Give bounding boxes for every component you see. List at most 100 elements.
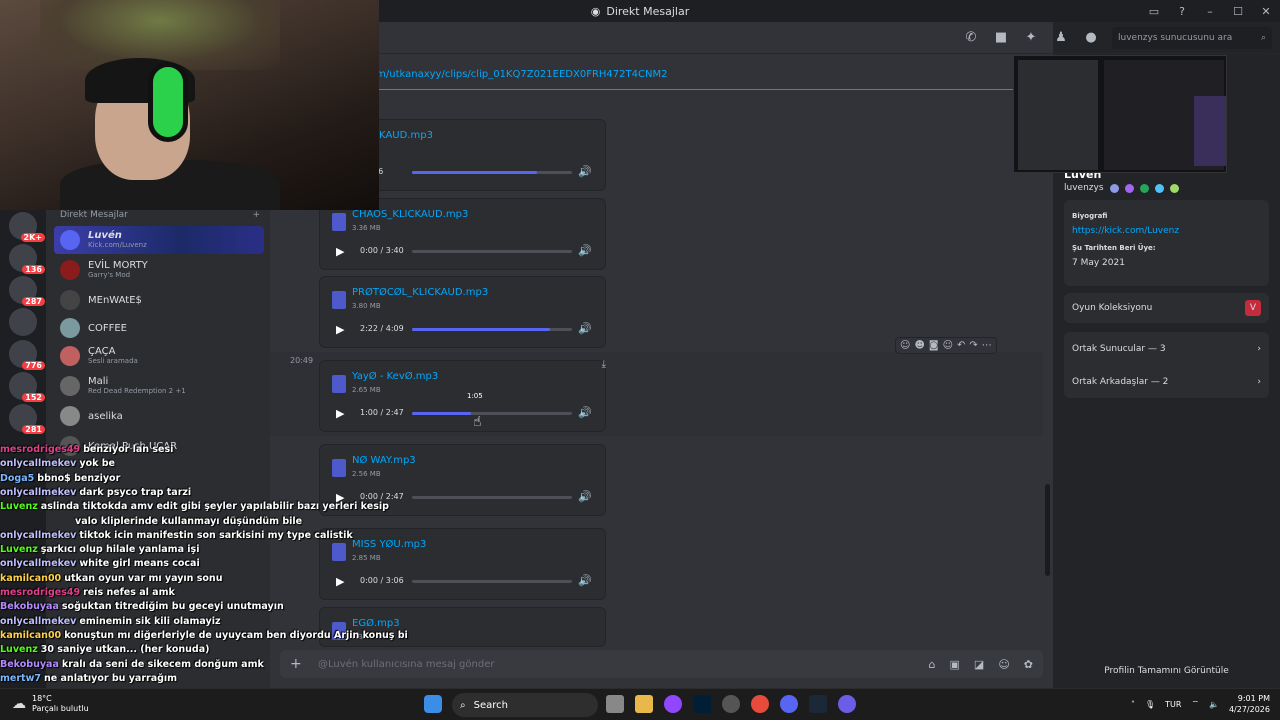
message-link[interactable]: om/utkanaxyy/clips/clip_01KQ7Z021EEDX0FR… (370, 69, 667, 80)
taskbar-search[interactable]: ⌕ Search (452, 693, 598, 717)
server-icon[interactable]: 136 (9, 244, 45, 274)
mutual-servers-row[interactable]: Ortak Sunucular — 3 › (1064, 332, 1269, 365)
weather-widget[interactable]: ☁ 18°C Parçalı bulutlu (12, 694, 89, 714)
volume-icon[interactable]: 🔊 (578, 406, 592, 419)
chat-text: tiktok icin manifestin son sarkisini my … (79, 529, 353, 541)
dm-item[interactable]: MEnWAtE$ (54, 286, 264, 314)
chat-text: white girl means cocai (79, 558, 200, 570)
mutual-friends-row[interactable]: Ortak Arkadaşlar — 2 › (1064, 365, 1269, 398)
scrollbar[interactable] (1045, 484, 1050, 576)
close-button[interactable]: ✕ (1252, 5, 1280, 18)
volume-icon[interactable]: 🔊 (578, 165, 592, 178)
play-icon[interactable]: ▶ (336, 407, 344, 420)
audio-time: 0:00 / 3:40 (360, 246, 404, 255)
file-name[interactable]: PRØTØCØL_KLICKAUD.mp3 (352, 287, 488, 298)
dm-item[interactable]: ÇAÇA Sesli aramada (54, 342, 264, 370)
bio-link[interactable]: https://kick.com/Luvenz (1064, 220, 1269, 236)
gif-icon[interactable]: ▣ (950, 658, 960, 671)
file-size: 3.80 MB (352, 302, 381, 310)
server-icon[interactable]: 152 (9, 372, 45, 402)
play-icon[interactable]: ▶ (336, 245, 344, 258)
chrome-icon[interactable] (751, 695, 769, 713)
sticker-icon[interactable]: ◪ (974, 658, 984, 671)
volume-icon[interactable]: 🔊 (578, 244, 592, 257)
reaction-icon[interactable]: ☻ (914, 340, 924, 351)
chat-username: mertw7 (0, 672, 41, 684)
add-dm-icon[interactable]: + (252, 210, 260, 220)
minimize-button[interactable]: – (1196, 5, 1224, 18)
dm-item[interactable]: EVİL MORTY Garry's Mod (54, 256, 264, 284)
server-icon[interactable]: 287 (9, 276, 45, 306)
avatar (60, 290, 80, 310)
avatar (60, 230, 80, 250)
dm-item[interactable]: Luvén Kick.com/Luvenz (54, 226, 264, 254)
badge-icon (1169, 183, 1179, 193)
chat-text: konuştun mı diğerleriyle de uyuycam ben … (64, 629, 408, 641)
search-icon: ⌕ (1260, 32, 1266, 43)
mic-icon[interactable]: 🎙 (1145, 700, 1155, 709)
dm-item[interactable]: COFFEE (54, 314, 264, 342)
file-name[interactable]: YayØ - KevØ.mp3 (352, 371, 438, 382)
profile-icon[interactable]: ● (1082, 30, 1100, 45)
volume-icon[interactable]: 🔊 (578, 574, 592, 587)
help-icon[interactable]: ? (1168, 5, 1196, 18)
apps-icon[interactable]: ✿ (1024, 658, 1033, 671)
discord-icon[interactable] (780, 695, 798, 713)
speaker-icon[interactable]: 🔈 (1209, 700, 1219, 709)
download-icon[interactable]: ⤓ (602, 359, 606, 370)
taskbar-apps (424, 695, 442, 713)
audio-progress[interactable] (412, 171, 572, 174)
phone-icon[interactable]: ✆ (962, 30, 980, 45)
chat-message: Luvenz aslinda tiktokda amv edit gibi şe… (0, 501, 389, 513)
reaction-icon[interactable]: ◙ (929, 340, 939, 351)
windows-start-icon[interactable] (424, 695, 442, 713)
add-reaction-icon[interactable]: ☺ (943, 340, 953, 351)
reply-icon[interactable]: ↶ (957, 340, 965, 351)
photoshop-icon[interactable] (693, 695, 711, 713)
gift-icon[interactable]: ⌂ (929, 658, 936, 671)
steam-icon[interactable] (809, 695, 827, 713)
volume-icon[interactable]: 🔊 (578, 490, 592, 503)
maximize-button[interactable]: ☐ (1224, 5, 1252, 18)
dm-item[interactable]: Mali Red Dead Redemption 2 +1 (54, 372, 264, 400)
file-name[interactable]: CHAOS_KLICKAUD.mp3 (352, 209, 468, 220)
audio-progress[interactable] (412, 250, 572, 253)
volume-icon[interactable]: 🔊 (578, 322, 592, 335)
video-icon[interactable]: ■ (992, 30, 1010, 45)
view-full-profile-link[interactable]: Profilin Tamamını Görüntüle (1053, 666, 1280, 676)
server-icon[interactable]: 776 (9, 340, 45, 370)
more-icon[interactable]: ⋯ (982, 340, 992, 351)
task-view-icon[interactable] (606, 695, 624, 713)
chat-text: utkan oyun var mı yayın sonu (64, 572, 223, 584)
obs-icon[interactable] (722, 695, 740, 713)
language-indicator[interactable]: TUR (1165, 700, 1181, 709)
server-icon[interactable]: 281 (9, 404, 45, 434)
message-input[interactable]: @Luvén kullanıcısına mesaj gönder (314, 659, 915, 670)
search-input[interactable]: luvenzys sunucusunu ara ⌕ (1112, 26, 1272, 49)
twitch-icon[interactable] (664, 695, 682, 713)
audio-progress[interactable] (412, 412, 572, 415)
member-since-label: Şu Tarihten Beri Üye: (1072, 244, 1156, 252)
app-icon[interactable] (838, 695, 856, 713)
wifi-icon[interactable]: ⌔ (1191, 699, 1199, 709)
inbox-icon[interactable]: ▭ (1140, 5, 1168, 18)
audio-progress[interactable] (412, 328, 572, 331)
emoji-icon[interactable]: ☺ (998, 658, 1009, 671)
audio-progress[interactable] (412, 496, 572, 499)
file-explorer-icon[interactable] (635, 695, 653, 713)
audio-progress[interactable] (412, 580, 572, 583)
pin-icon[interactable]: ✦ (1022, 30, 1040, 45)
forward-icon[interactable]: ↷ (969, 340, 977, 351)
clock[interactable]: 9:01 PM 4/27/2026 (1229, 693, 1270, 715)
reaction-icon[interactable]: ☺ (900, 340, 910, 351)
add-friend-icon[interactable]: ♟ (1052, 30, 1070, 45)
chat-message: mesrodriges49 benziyor lan sesi (0, 444, 173, 456)
server-icon[interactable]: 2K+ (9, 212, 45, 242)
mutual-card: Ortak Sunucular — 3 › Ortak Arkadaşlar — … (1064, 332, 1269, 398)
chat-message: Luvenz 30 saniye utkan... (her konuda) (0, 644, 209, 656)
server-icon[interactable] (9, 308, 37, 336)
play-icon[interactable]: ▶ (336, 323, 344, 336)
game-collection-card[interactable]: Oyun Koleksiyonu V (1064, 293, 1269, 323)
chevron-up-icon[interactable]: ˄ (1131, 700, 1135, 709)
dm-item[interactable]: aselika (54, 402, 264, 430)
